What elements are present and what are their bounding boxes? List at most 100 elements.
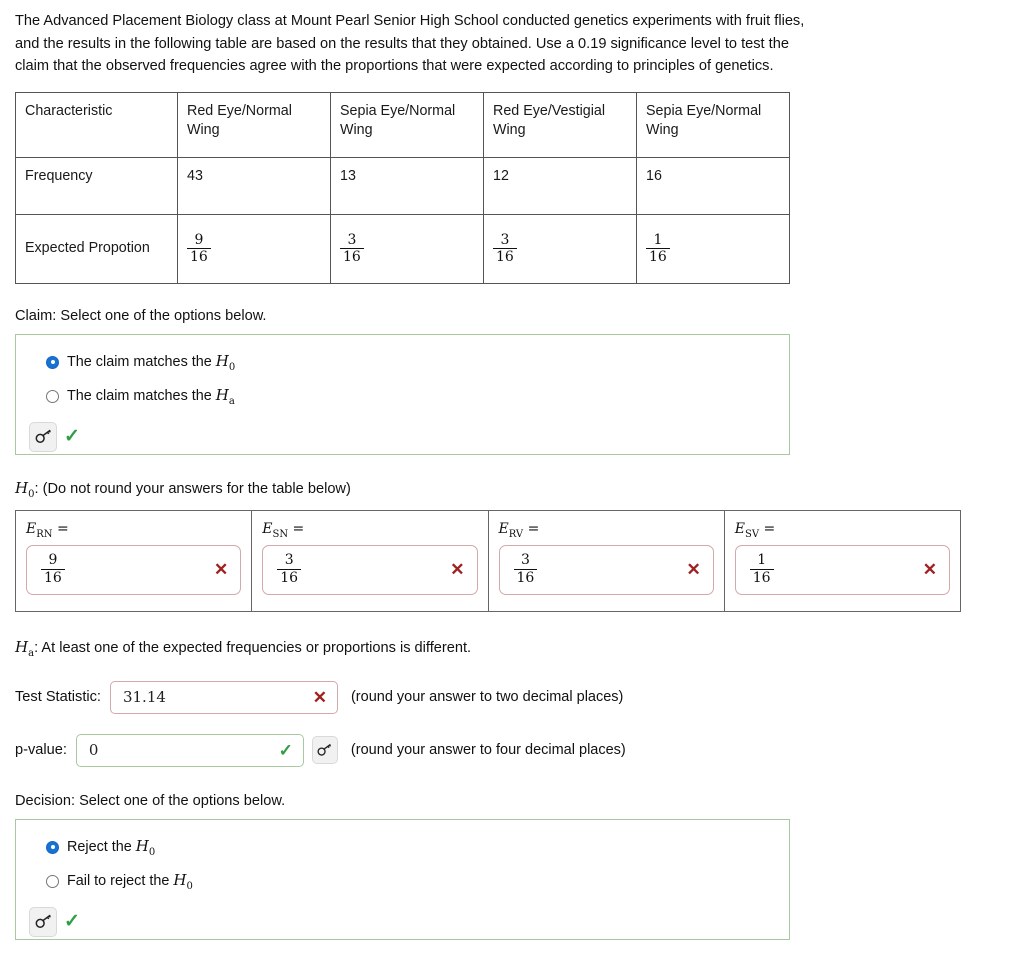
- expected-input-ESV[interactable]: 1 16 ✕: [734, 544, 950, 595]
- fraction-numerator: 3: [520, 552, 530, 569]
- test-statistic-row: Test Statistic: 31.14 ✕ (round your answ…: [15, 680, 1024, 714]
- radio-button[interactable]: [46, 840, 59, 854]
- fraction: 3 16: [340, 231, 364, 265]
- input-value: 31.14: [122, 688, 166, 707]
- check-icon: ✓: [64, 426, 80, 448]
- expected-input-ERN[interactable]: 9 16 ✕: [26, 544, 242, 595]
- expected-cell-ERV: ERV = 3 16 ✕: [487, 509, 725, 612]
- decision-option-label: Reject the H0: [67, 836, 156, 858]
- table-header-cell: Sepia Eye/Normal Wing: [330, 91, 484, 158]
- fraction-numerator: 9: [48, 552, 58, 569]
- claim-option-label: The claim matches the Ha: [67, 385, 235, 407]
- expected-cell-label: ESV =: [734, 520, 776, 540]
- expected-proportion-cell: 3 16: [483, 213, 637, 284]
- fraction-numerator: 1: [653, 231, 663, 248]
- p-value-input[interactable]: 0 ✓: [75, 733, 304, 767]
- expected-proportion-cell: 9 16: [177, 213, 331, 284]
- radio-button[interactable]: [46, 355, 59, 369]
- decision-answer-panel: Reject the H0 Fail to reject the H0 ✓: [15, 818, 790, 940]
- decision-option-reject[interactable]: Reject the H0: [16, 834, 789, 861]
- expected-cell-label: ERN =: [26, 520, 69, 540]
- check-icon: ✓: [278, 740, 293, 760]
- fraction-numerator: 3: [500, 231, 510, 248]
- x-icon: ✕: [922, 560, 937, 580]
- key-icon[interactable]: [29, 906, 57, 937]
- input-value: 1 16: [749, 552, 774, 586]
- fraction-denominator: 16: [340, 248, 364, 265]
- expected-cell-label: ESN =: [262, 520, 305, 540]
- problem-statement: The Advanced Placement Biology class at …: [15, 13, 805, 75]
- fraction-denominator: 16: [41, 569, 65, 586]
- claim-answer-panel: The claim matches the H0 The claim match…: [15, 333, 790, 455]
- claim-option-h0[interactable]: The claim matches the H0: [16, 349, 789, 376]
- frequency-cell: 12: [483, 156, 637, 215]
- x-icon: ✕: [686, 560, 701, 580]
- x-icon: ✕: [312, 687, 327, 707]
- test-statistic-input[interactable]: 31.14 ✕: [109, 680, 338, 714]
- worksheet-page: The Advanced Placement Biology class at …: [0, 0, 1024, 940]
- ha-symbol: Ha: [15, 637, 35, 659]
- observed-data-table: Characteristic Red Eye/Normal Wing Sepia…: [15, 91, 790, 284]
- h0-symbol: H0: [15, 478, 35, 500]
- fraction-numerator: 1: [757, 552, 767, 569]
- table-row: Frequency 43 13 12 16: [15, 156, 790, 215]
- fraction-denominator: 16: [646, 248, 670, 265]
- table-header-cell: Sepia Eye/Normal Wing: [636, 91, 790, 158]
- decision-option-fail-to-reject[interactable]: Fail to reject the H0: [16, 868, 789, 895]
- x-icon: ✕: [214, 560, 229, 580]
- claim-option-ha[interactable]: The claim matches the Ha: [16, 383, 789, 410]
- expected-cell-ESV: ESV = 1 16 ✕: [723, 509, 962, 612]
- ha-text: : At least one of the expected frequenci…: [34, 639, 472, 656]
- input-value: 9 16: [41, 553, 65, 585]
- fraction: 3 16: [277, 552, 302, 586]
- fraction-numerator: 3: [347, 231, 357, 248]
- frequency-cell: 16: [636, 156, 790, 215]
- fraction-denominator: 16: [493, 248, 517, 265]
- expected-cell-ERN: ERN = 9 16 ✕: [14, 509, 253, 612]
- h0-label: H0: (Do not round your answers for the t…: [15, 479, 1024, 500]
- fraction-denominator: 16: [513, 569, 538, 586]
- row-label-frequency: Frequency: [15, 156, 178, 215]
- decision-option-label: Fail to reject the H0: [67, 870, 193, 892]
- expected-cell-ESN: ESN = 3 16 ✕: [251, 509, 489, 612]
- fraction-denominator: 16: [749, 569, 774, 586]
- expected-cell-label: ERV =: [498, 520, 540, 540]
- claim-panel-footer: ✓: [16, 420, 789, 454]
- expected-values-table: ERN = 9 16 ✕ ESN = 3 16 ✕ ERV = 3 16 ✕ E…: [14, 509, 962, 612]
- test-statistic-label: Test Statistic:: [15, 689, 101, 706]
- h0-note: : (Do not round your answers for the tab…: [34, 480, 351, 497]
- decision-prompt: Decision: Select one of the options belo…: [15, 792, 286, 809]
- table-header-cell: Red Eye/Normal Wing: [177, 91, 331, 158]
- table-header-cell: Red Eye/Vestigial Wing: [483, 91, 637, 158]
- fraction-denominator: 16: [187, 248, 211, 265]
- key-icon[interactable]: [29, 421, 57, 452]
- p-value-hint: (round your answer to four decimal place…: [350, 742, 626, 759]
- expected-proportion-cell: 1 16: [636, 213, 790, 284]
- input-value: 3 16: [513, 552, 538, 586]
- key-icon[interactable]: [311, 736, 338, 765]
- expected-input-ESN[interactable]: 3 16 ✕: [262, 544, 478, 595]
- table-header-cell: Characteristic: [15, 91, 178, 158]
- table-row: Expected Propotion 9 16 3 16 3 16 1 16: [15, 213, 790, 284]
- expected-input-ERV[interactable]: 3 16 ✕: [498, 544, 714, 595]
- fraction: 3 16: [493, 231, 517, 265]
- fraction: 9 16: [41, 553, 65, 585]
- fraction-numerator: 9: [194, 231, 204, 248]
- claim-option-label: The claim matches the H0: [67, 351, 236, 373]
- frequency-cell: 13: [330, 156, 484, 215]
- fraction: 3 16: [513, 552, 538, 586]
- fraction-denominator: 16: [277, 569, 302, 586]
- x-icon: ✕: [450, 560, 465, 580]
- p-value-label: p-value:: [15, 742, 67, 759]
- radio-button[interactable]: [46, 389, 59, 403]
- frequency-cell: 43: [177, 156, 331, 215]
- fraction-numerator: 3: [284, 552, 294, 569]
- fraction: 1 16: [749, 552, 774, 586]
- ha-statement: Ha: At least one of the expected frequen…: [15, 638, 1024, 659]
- table-header-row: Characteristic Red Eye/Normal Wing Sepia…: [15, 91, 790, 158]
- claim-prompt: Claim: Select one of the options below.: [15, 307, 267, 324]
- test-statistic-hint: (round your answer to two decimal places…: [350, 689, 624, 706]
- expected-proportion-cell: 3 16: [330, 213, 484, 284]
- radio-button[interactable]: [46, 874, 59, 888]
- row-label-expected-proportion: Expected Propotion: [15, 213, 178, 284]
